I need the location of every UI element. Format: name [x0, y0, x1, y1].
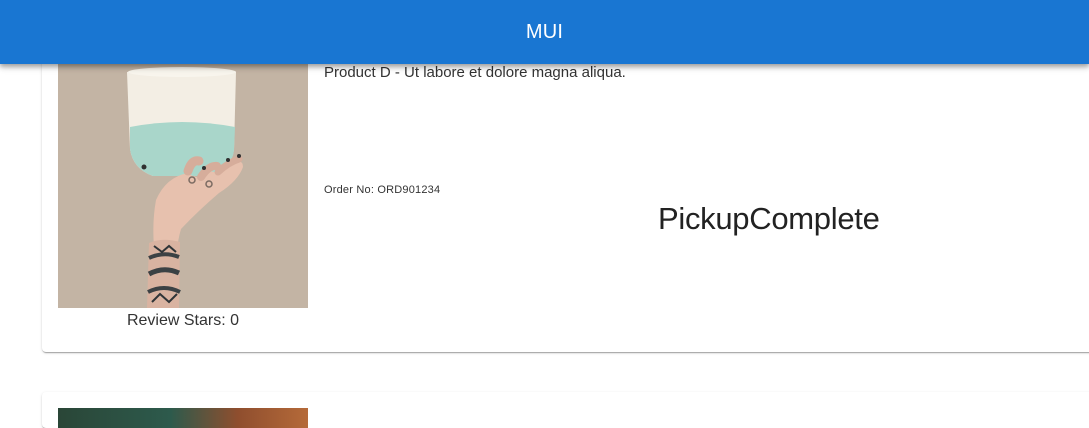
order-status: PickupComplete [658, 201, 880, 236]
product-image [58, 408, 308, 428]
review-stars-label: Review Stars: 0 [126, 312, 240, 329]
product-description: Product D - Ut labore et dolore magna al… [324, 64, 626, 81]
product-card[interactable] [42, 392, 1089, 428]
order-number: Order No: ORD901234 [324, 184, 441, 196]
app-title: MUI [525, 21, 564, 43]
product-card[interactable]: Review Stars: 0 Product D - Ut labore et… [42, 20, 1089, 352]
app-bar: MUI [0, 0, 1089, 64]
product-image [58, 48, 308, 308]
